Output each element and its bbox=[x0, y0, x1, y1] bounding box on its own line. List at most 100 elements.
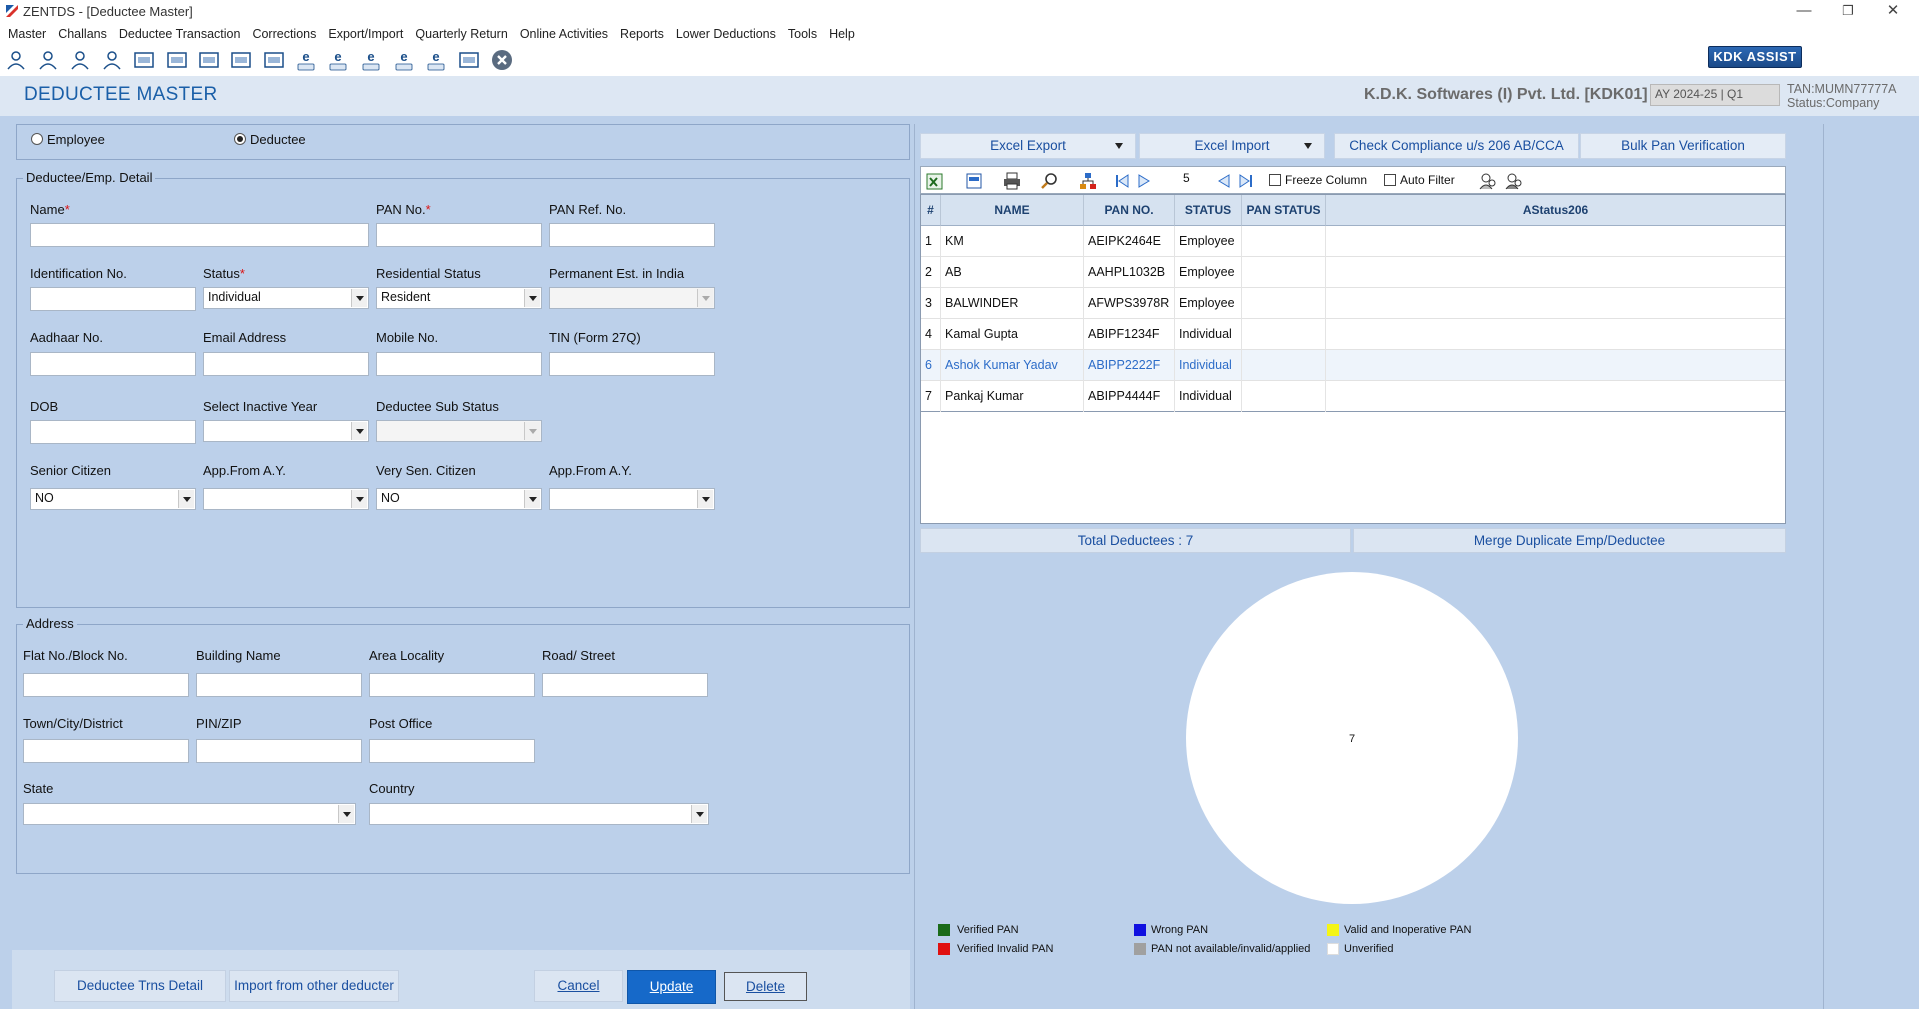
pan-ref-input[interactable] bbox=[549, 223, 715, 247]
app-from-ay-select[interactable] bbox=[203, 488, 369, 510]
senior-citizen-select[interactable]: NO bbox=[30, 488, 196, 510]
chevron-down-icon[interactable] bbox=[351, 490, 367, 508]
column-header-name[interactable]: NAME bbox=[941, 195, 1084, 226]
find-user-alt-icon[interactable] bbox=[1503, 170, 1525, 192]
check-compliance-button[interactable]: Check Compliance u/s 206 AB/CCA bbox=[1334, 133, 1579, 159]
country-select[interactable] bbox=[369, 803, 709, 825]
form-26q-icon[interactable] bbox=[262, 48, 286, 72]
email-input[interactable] bbox=[203, 352, 369, 376]
last-page-icon[interactable] bbox=[1235, 170, 1257, 192]
chevron-down-icon[interactable] bbox=[691, 805, 707, 823]
pin-input[interactable] bbox=[196, 739, 362, 763]
tin-input[interactable] bbox=[549, 352, 715, 376]
table-row-selected[interactable]: 6 Ashok Kumar Yadav ABIPP2222F Individua… bbox=[921, 350, 1785, 381]
e-file-icon[interactable]: e bbox=[294, 48, 318, 72]
deductee-trns-detail-button[interactable]: Deductee Trns Detail bbox=[54, 970, 226, 1002]
inactive-year-select[interactable] bbox=[203, 420, 369, 442]
menu-help[interactable]: Help bbox=[823, 24, 861, 44]
dob-input[interactable] bbox=[30, 420, 196, 444]
export-sheet-icon[interactable] bbox=[963, 170, 985, 192]
column-header-status[interactable]: STATUS bbox=[1175, 195, 1242, 226]
state-select[interactable] bbox=[23, 803, 356, 825]
table-row[interactable]: 2 AB AAHPL1032B Employee bbox=[921, 257, 1785, 288]
e-file-27eq-icon[interactable]: e bbox=[392, 48, 416, 72]
menu-quarterly-return[interactable]: Quarterly Return bbox=[409, 24, 513, 44]
cancel-button[interactable]: Cancel bbox=[534, 970, 623, 1002]
delete-button[interactable]: Delete bbox=[724, 972, 807, 1001]
excel-import-dropdown[interactable]: Excel Import bbox=[1139, 133, 1325, 159]
menu-deductee-transaction[interactable]: Deductee Transaction bbox=[113, 24, 247, 44]
road-input[interactable] bbox=[542, 673, 708, 697]
menu-corrections[interactable]: Corrections bbox=[246, 24, 322, 44]
hierarchy-icon[interactable] bbox=[1077, 170, 1099, 192]
tds-icon[interactable]: e bbox=[424, 48, 448, 72]
column-header-astatus206[interactable]: AStatus206 bbox=[1326, 195, 1785, 226]
e-file-27-icon[interactable]: e bbox=[359, 48, 383, 72]
freeze-column-checkbox[interactable] bbox=[1269, 174, 1281, 186]
auto-filter-checkbox[interactable] bbox=[1384, 174, 1396, 186]
kdk-assist-button[interactable]: KDK ASSIST bbox=[1708, 46, 1802, 68]
chevron-down-icon[interactable] bbox=[351, 289, 367, 307]
column-header-pan[interactable]: PAN NO. bbox=[1084, 195, 1175, 226]
status-select[interactable]: Individual bbox=[203, 287, 369, 309]
flat-input[interactable] bbox=[23, 673, 189, 697]
menu-online-activities[interactable]: Online Activities bbox=[514, 24, 614, 44]
org-chart-icon[interactable] bbox=[36, 48, 60, 72]
import-icon[interactable] bbox=[197, 48, 221, 72]
minimize-button[interactable]: — bbox=[1781, 0, 1827, 24]
menu-master[interactable]: Master bbox=[2, 24, 52, 44]
page-number[interactable]: 5 bbox=[1183, 171, 1190, 185]
close-circle-icon[interactable] bbox=[490, 48, 514, 72]
previous-icon[interactable] bbox=[1213, 170, 1235, 192]
previous-page-icon[interactable] bbox=[1133, 170, 1155, 192]
chevron-down-icon[interactable] bbox=[178, 490, 194, 508]
menu-lower-deductions[interactable]: Lower Deductions bbox=[670, 24, 782, 44]
person-card-icon[interactable] bbox=[100, 48, 124, 72]
e-file-26-icon[interactable]: e bbox=[326, 48, 350, 72]
residential-status-select[interactable]: Resident bbox=[376, 287, 542, 309]
deductee-radio[interactable] bbox=[234, 133, 246, 145]
menu-reports[interactable]: Reports bbox=[614, 24, 670, 44]
column-header-number[interactable]: # bbox=[921, 195, 941, 226]
identification-input[interactable] bbox=[30, 287, 196, 311]
update-button[interactable]: Update bbox=[627, 970, 716, 1004]
import-other-deducter-button[interactable]: Import from other deducter bbox=[229, 970, 399, 1002]
employee-radio[interactable] bbox=[31, 133, 43, 145]
tds-form-icon[interactable] bbox=[165, 48, 189, 72]
bulk-pan-verification-button[interactable]: Bulk Pan Verification bbox=[1580, 133, 1786, 159]
merge-duplicate-button[interactable]: Merge Duplicate Emp/Deductee bbox=[1353, 528, 1786, 553]
users-icon[interactable] bbox=[4, 48, 28, 72]
town-input[interactable] bbox=[23, 739, 189, 763]
chevron-down-icon[interactable] bbox=[524, 490, 540, 508]
pan-input[interactable] bbox=[376, 223, 542, 247]
menu-challans[interactable]: Challans bbox=[52, 24, 113, 44]
area-input[interactable] bbox=[369, 673, 535, 697]
name-input[interactable] bbox=[30, 223, 369, 247]
person-icon[interactable] bbox=[68, 48, 92, 72]
column-header-pan-status[interactable]: PAN STATUS bbox=[1242, 195, 1326, 226]
maximize-button[interactable]: ❐ bbox=[1825, 0, 1871, 24]
chevron-down-icon[interactable] bbox=[524, 289, 540, 307]
first-page-icon[interactable] bbox=[1111, 170, 1133, 192]
form-24q-icon[interactable] bbox=[229, 48, 253, 72]
menu-export-import[interactable]: Export/Import bbox=[322, 24, 409, 44]
table-row[interactable]: 3 BALWINDER AFWPS3978R Employee bbox=[921, 288, 1785, 319]
document-list-icon[interactable] bbox=[457, 48, 481, 72]
menu-tools[interactable]: Tools bbox=[782, 24, 823, 44]
chevron-down-icon[interactable] bbox=[697, 490, 713, 508]
close-window-button[interactable]: ✕ bbox=[1870, 0, 1916, 24]
app-from-ay-2-select[interactable] bbox=[549, 488, 715, 510]
chevron-down-icon[interactable] bbox=[351, 422, 367, 440]
print-icon[interactable] bbox=[1001, 170, 1023, 192]
search-icon[interactable] bbox=[1039, 170, 1061, 192]
table-row[interactable]: 4 Kamal Gupta ABIPF1234F Individual bbox=[921, 319, 1785, 350]
excel-export-dropdown[interactable]: Excel Export bbox=[920, 133, 1136, 159]
aadhaar-input[interactable] bbox=[30, 352, 196, 376]
very-senior-select[interactable]: NO bbox=[376, 488, 542, 510]
post-office-input[interactable] bbox=[369, 739, 535, 763]
table-row[interactable]: 7 Pankaj Kumar ABIPP4444F Individual bbox=[921, 381, 1785, 412]
mobile-input[interactable] bbox=[376, 352, 542, 376]
find-user-icon[interactable] bbox=[1477, 170, 1499, 192]
chevron-down-icon[interactable] bbox=[338, 805, 354, 823]
excel-icon[interactable] bbox=[924, 170, 946, 192]
